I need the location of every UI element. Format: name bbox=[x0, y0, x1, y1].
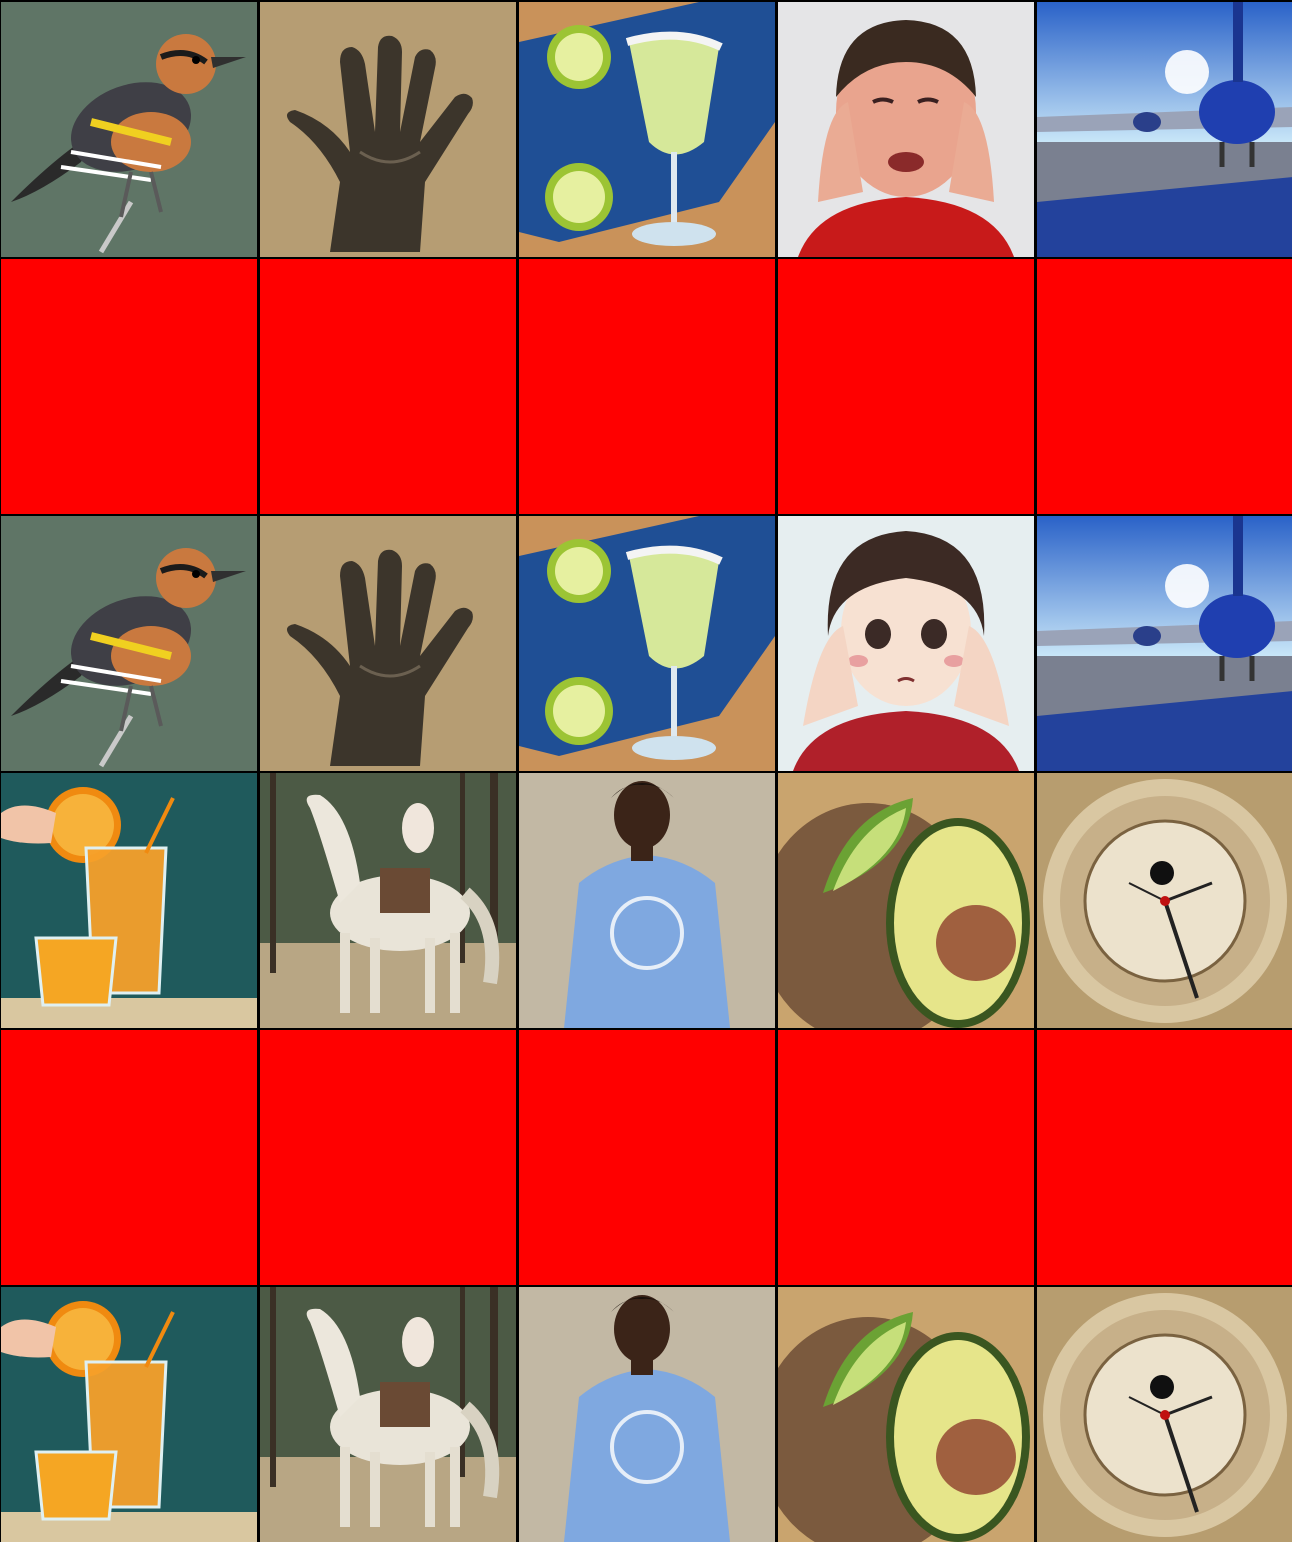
cell-orange-juice-photo bbox=[1, 773, 257, 1028]
cell-anime-boy-illustration bbox=[778, 516, 1034, 771]
avocado-image bbox=[778, 773, 1034, 1028]
blocked-cell bbox=[260, 259, 516, 514]
cell-man-blue-tshirt-photo bbox=[519, 773, 775, 1028]
man-image bbox=[519, 773, 775, 1028]
cell-bird-photo bbox=[1, 2, 257, 257]
man-image bbox=[519, 1287, 775, 1542]
hand-image bbox=[260, 2, 516, 257]
cell-airplane-illustration bbox=[1037, 516, 1292, 771]
clock-image bbox=[1037, 773, 1292, 1028]
anime-boy-image bbox=[778, 516, 1034, 771]
airplane-image bbox=[1037, 516, 1292, 771]
airplane-image bbox=[1037, 2, 1292, 257]
margarita-image bbox=[519, 2, 775, 257]
cell-hand-photo bbox=[260, 2, 516, 257]
orange-juice-image bbox=[1, 1287, 257, 1542]
clock-image bbox=[1037, 1287, 1292, 1542]
cell-hand-illustration bbox=[260, 516, 516, 771]
horse-image bbox=[260, 773, 516, 1028]
blocked-cell bbox=[1037, 259, 1292, 514]
cell-crying-boy-photo bbox=[778, 2, 1034, 257]
blocked-cell bbox=[519, 259, 775, 514]
cell-bird-illustration bbox=[1, 516, 257, 771]
blocked-cell bbox=[519, 1030, 775, 1285]
blocked-cell bbox=[778, 259, 1034, 514]
bird-image bbox=[1, 2, 257, 257]
cell-margarita-photo bbox=[519, 2, 775, 257]
horse-image bbox=[260, 1287, 516, 1542]
bird-image bbox=[1, 516, 257, 771]
cell-white-horse-illustration bbox=[260, 1287, 516, 1542]
cell-orange-juice-illustration bbox=[1, 1287, 257, 1542]
blocked-cell bbox=[1, 259, 257, 514]
margarita-image bbox=[519, 516, 775, 771]
cell-white-horse-rider-photo bbox=[260, 773, 516, 1028]
cell-avocado-illustration bbox=[778, 1287, 1034, 1542]
cell-avocado-photo bbox=[778, 773, 1034, 1028]
blocked-cell bbox=[1037, 1030, 1292, 1285]
cell-margarita-illustration bbox=[519, 516, 775, 771]
image-grid bbox=[0, 0, 1292, 1542]
blocked-cell bbox=[778, 1030, 1034, 1285]
cell-man-blue-tshirt-illustration bbox=[519, 1287, 775, 1542]
blocked-cell bbox=[1, 1030, 257, 1285]
crying-boy-image bbox=[778, 2, 1034, 257]
cell-clock-illustration bbox=[1037, 1287, 1292, 1542]
blocked-cell bbox=[260, 1030, 516, 1285]
avocado-image bbox=[778, 1287, 1034, 1542]
cell-airplane-photo bbox=[1037, 2, 1292, 257]
cell-clock-photo bbox=[1037, 773, 1292, 1028]
hand-image bbox=[260, 516, 516, 771]
orange-juice-image bbox=[1, 773, 257, 1028]
